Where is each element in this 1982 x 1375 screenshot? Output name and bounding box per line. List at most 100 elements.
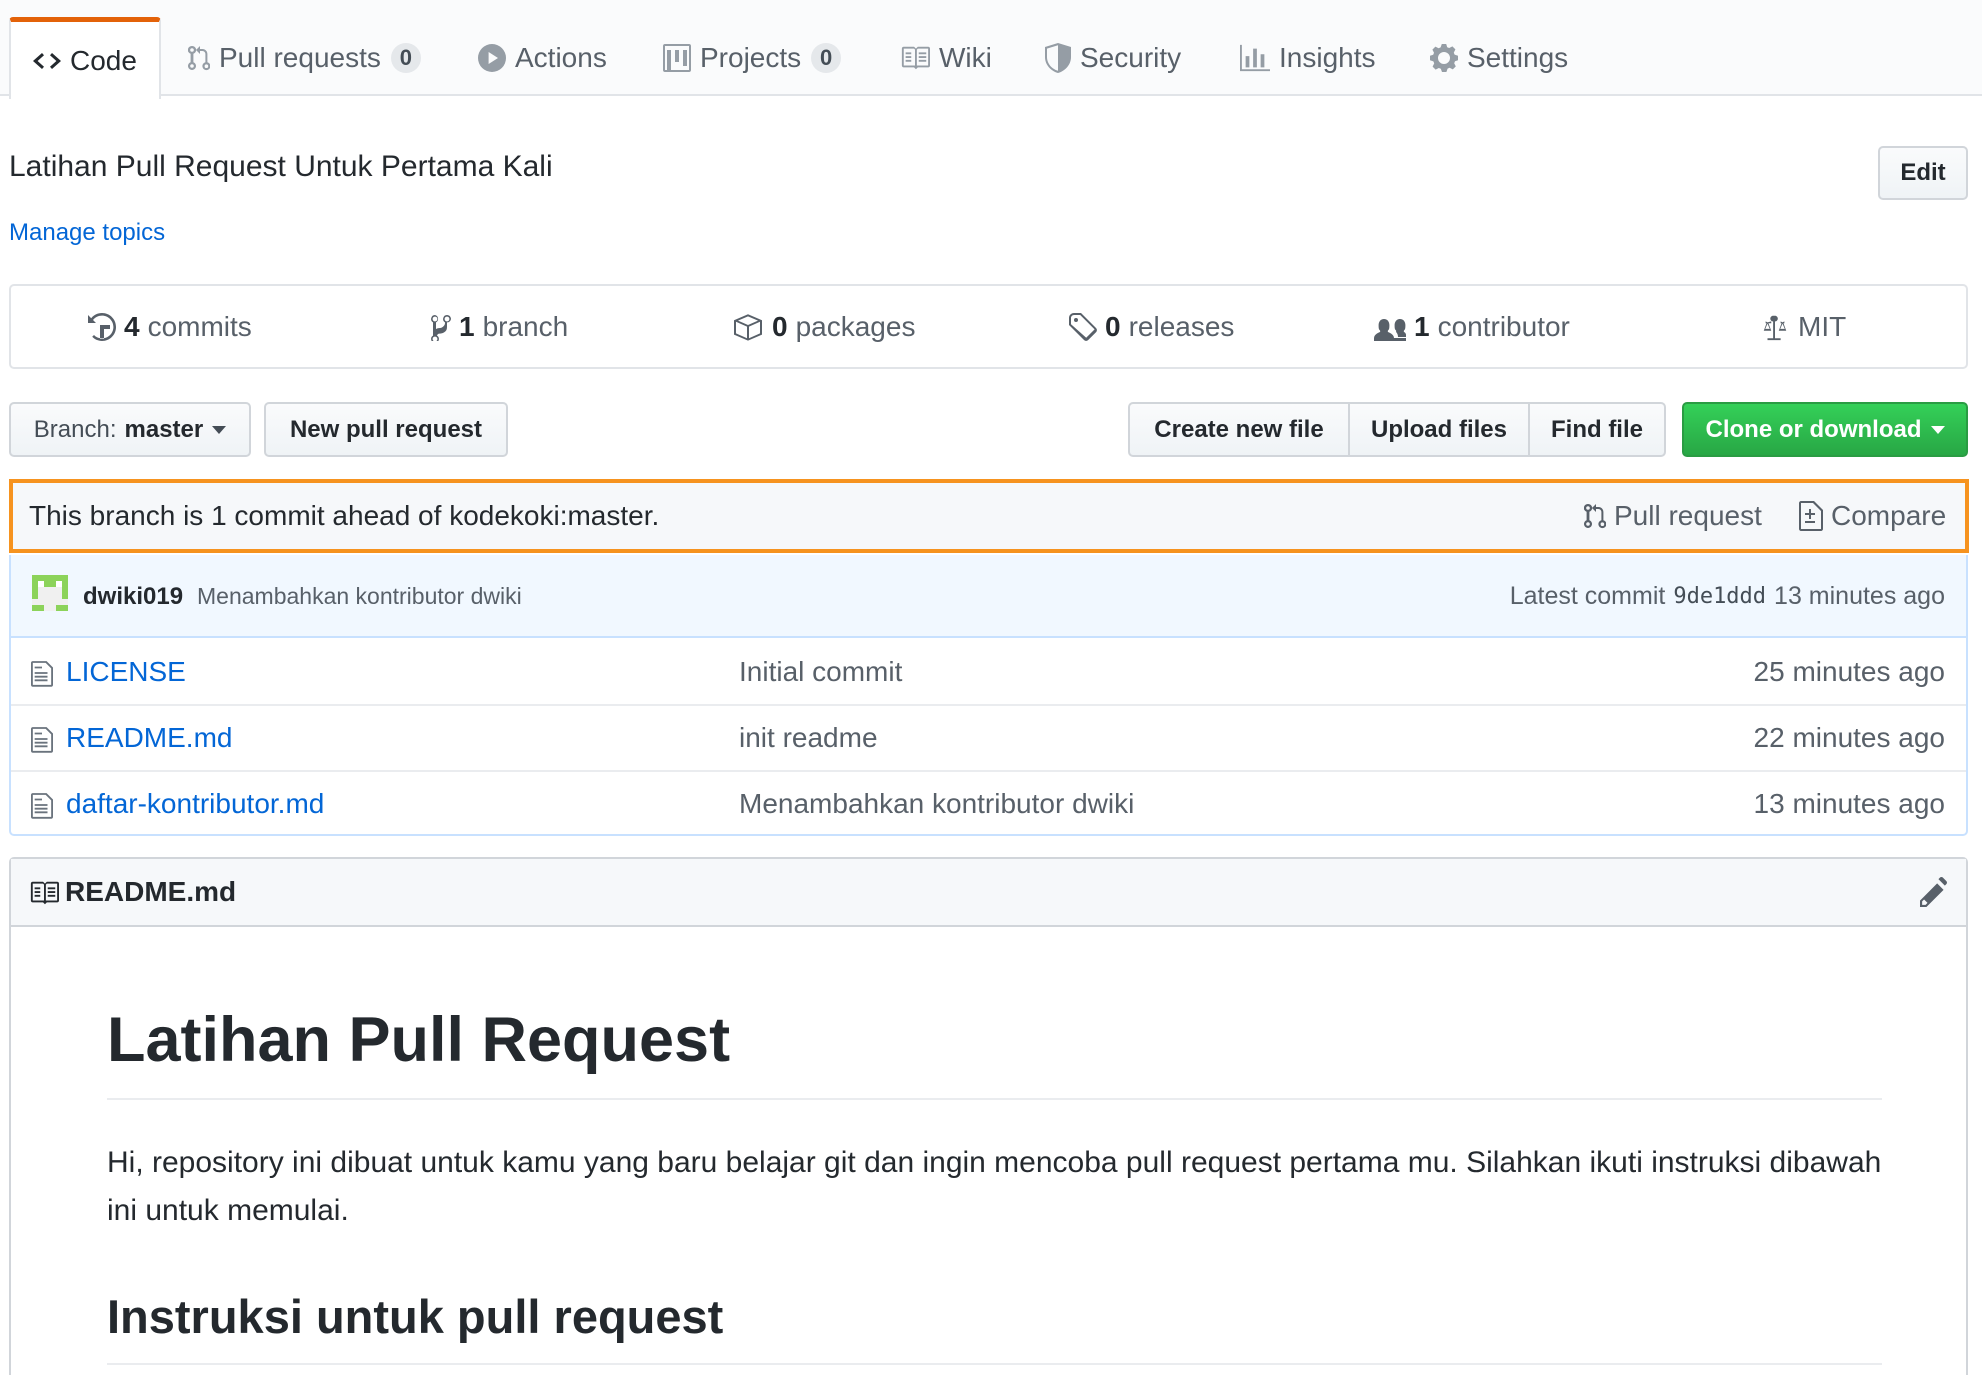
people-icon xyxy=(1374,318,1406,341)
branches-link[interactable]: 1 branch xyxy=(431,286,568,367)
readme-heading-2: Instruksi untuk pull request xyxy=(107,1289,1882,1365)
code-icon xyxy=(33,52,61,69)
clone-or-download-button[interactable]: Clone or download xyxy=(1682,402,1968,457)
repo-tabnav: Code Pull requests 0 Actions Projects 0 … xyxy=(0,0,1982,99)
file-age: 22 minutes ago xyxy=(1753,722,1945,753)
avatar[interactable] xyxy=(32,575,68,611)
file-age: 13 minutes ago xyxy=(1753,788,1945,819)
latest-commit-meta: Latest commit 9de1ddd 13 minutes ago xyxy=(1510,555,1945,638)
law-icon xyxy=(1763,315,1787,340)
branches-label: branch xyxy=(482,310,569,342)
compare-label: Compare xyxy=(1831,500,1947,531)
manage-topics-link[interactable]: Manage topics xyxy=(9,219,165,247)
edit-description-button[interactable]: Edit xyxy=(1878,146,1968,200)
packages-link[interactable]: 0 packages xyxy=(732,286,915,367)
branches-count: 1 xyxy=(459,310,475,342)
contributors-label: contributor xyxy=(1437,310,1570,342)
tab-label: Pull requests xyxy=(219,41,381,73)
projects-count-badge: 0 xyxy=(811,42,842,73)
tag-icon xyxy=(1069,312,1097,341)
releases-label: releases xyxy=(1128,310,1235,342)
commit-message-link[interactable]: Menambahkan kontributor dwiki xyxy=(197,555,522,638)
caret-down-icon xyxy=(212,425,227,434)
upload-files-button[interactable]: Upload files xyxy=(1348,402,1530,457)
tab-security[interactable]: Security xyxy=(1045,17,1181,98)
clone-label: Clone or download xyxy=(1705,415,1922,443)
pull-request-label: Pull request xyxy=(1614,500,1762,531)
file-link[interactable]: daftar-kontributor.md xyxy=(66,772,324,836)
latest-commit-bar: dwiki019 Menambahkan kontributor dwiki L… xyxy=(11,555,1966,638)
license-label: MIT xyxy=(1798,310,1847,342)
commit-author-link[interactable]: dwiki019 xyxy=(83,555,183,638)
package-icon xyxy=(734,313,762,341)
new-pull-request-button[interactable]: New pull request xyxy=(264,402,508,457)
file-table: dwiki019 Menambahkan kontributor dwiki L… xyxy=(9,555,1968,836)
tab-code[interactable]: Code xyxy=(9,17,161,99)
table-row: README.md init readme 22 minutes ago xyxy=(11,704,1966,770)
tab-wiki[interactable]: Wiki xyxy=(900,17,992,98)
packages-count: 0 xyxy=(772,310,788,342)
git-branch-icon xyxy=(431,314,451,341)
graph-icon xyxy=(1240,44,1270,71)
contributors-link[interactable]: 1 contributor xyxy=(1374,286,1570,367)
file-commit-message[interactable]: Menambahkan kontributor dwiki xyxy=(739,772,1134,836)
file-icon xyxy=(31,661,53,687)
compare-link[interactable]: Compare xyxy=(1799,483,1946,549)
file-age: 25 minutes ago xyxy=(1753,656,1945,687)
repo-description: Latihan Pull Request Untuk Pertama Kali xyxy=(9,150,553,183)
file-icon xyxy=(31,793,53,819)
branch-ahead-banner: This branch is 1 commit ahead of kodekok… xyxy=(9,479,1969,553)
file-commit-message[interactable]: init readme xyxy=(739,706,878,770)
readme-paragraph: Hi, repository ini dibuat untuk kamu yan… xyxy=(107,1146,1882,1227)
file-link[interactable]: README.md xyxy=(66,706,232,770)
repo-summary: 4 commits 1 branch 0 packages 0 releases… xyxy=(9,284,1968,369)
commits-link[interactable]: 4 commits xyxy=(88,286,252,367)
tab-label: Wiki xyxy=(939,41,992,73)
find-file-button[interactable]: Find file xyxy=(1528,402,1666,457)
releases-count: 0 xyxy=(1105,310,1121,342)
tab-label: Projects xyxy=(700,41,802,73)
tab-pull-requests[interactable]: Pull requests 0 xyxy=(188,17,421,98)
branch-select[interactable]: Branch: master xyxy=(9,402,251,457)
caret-down-icon xyxy=(1930,425,1945,434)
releases-link[interactable]: 0 releases xyxy=(1069,286,1234,367)
tab-projects[interactable]: Projects 0 xyxy=(663,17,842,98)
pr-count-badge: 0 xyxy=(390,42,421,73)
pencil-icon[interactable] xyxy=(1920,877,1950,907)
license-link[interactable]: MIT xyxy=(1760,286,1846,367)
readme-header: README.md xyxy=(11,859,1966,927)
tab-label: Actions xyxy=(515,41,607,73)
contributors-count: 1 xyxy=(1414,310,1430,342)
project-icon xyxy=(663,43,691,72)
git-pull-request-icon xyxy=(188,45,210,70)
tab-label: Insights xyxy=(1279,41,1376,73)
ahead-message: This branch is 1 commit ahead of kodekok… xyxy=(29,500,660,531)
latest-commit-age: 13 minutes ago xyxy=(1774,582,1945,610)
latest-commit-prefix: Latest commit xyxy=(1509,582,1666,610)
commits-label: commits xyxy=(147,310,252,342)
file-commit-message[interactable]: Initial commit xyxy=(739,640,902,704)
table-row: LICENSE Initial commit 25 minutes ago xyxy=(11,640,1966,706)
branch-prefix: Branch: xyxy=(33,415,117,443)
tab-actions[interactable]: Actions xyxy=(478,17,607,98)
table-row: daftar-kontributor.md Menambahkan kontri… xyxy=(11,770,1966,836)
pull-request-link[interactable]: Pull request xyxy=(1584,483,1762,549)
commit-sha-link[interactable]: 9de1ddd xyxy=(1673,584,1766,609)
diff-icon xyxy=(1799,501,1823,531)
packages-label: packages xyxy=(795,310,916,342)
create-new-file-button[interactable]: Create new file xyxy=(1128,402,1350,457)
readme-box: README.md Latihan Pull Request Hi, repos… xyxy=(9,857,1968,1375)
history-icon xyxy=(88,312,116,341)
readme-heading-1: Latihan Pull Request xyxy=(107,1004,1882,1100)
tab-label: Settings xyxy=(1467,41,1569,73)
shield-icon xyxy=(1045,42,1071,73)
commits-count: 4 xyxy=(124,310,140,342)
git-pull-request-icon xyxy=(1584,503,1606,529)
file-icon xyxy=(31,727,53,753)
tab-insights[interactable]: Insights xyxy=(1240,17,1376,98)
play-icon xyxy=(478,43,506,72)
book-icon xyxy=(901,46,930,69)
tab-settings[interactable]: Settings xyxy=(1430,17,1568,98)
file-link[interactable]: LICENSE xyxy=(66,640,186,704)
tab-label: Security xyxy=(1080,41,1182,73)
